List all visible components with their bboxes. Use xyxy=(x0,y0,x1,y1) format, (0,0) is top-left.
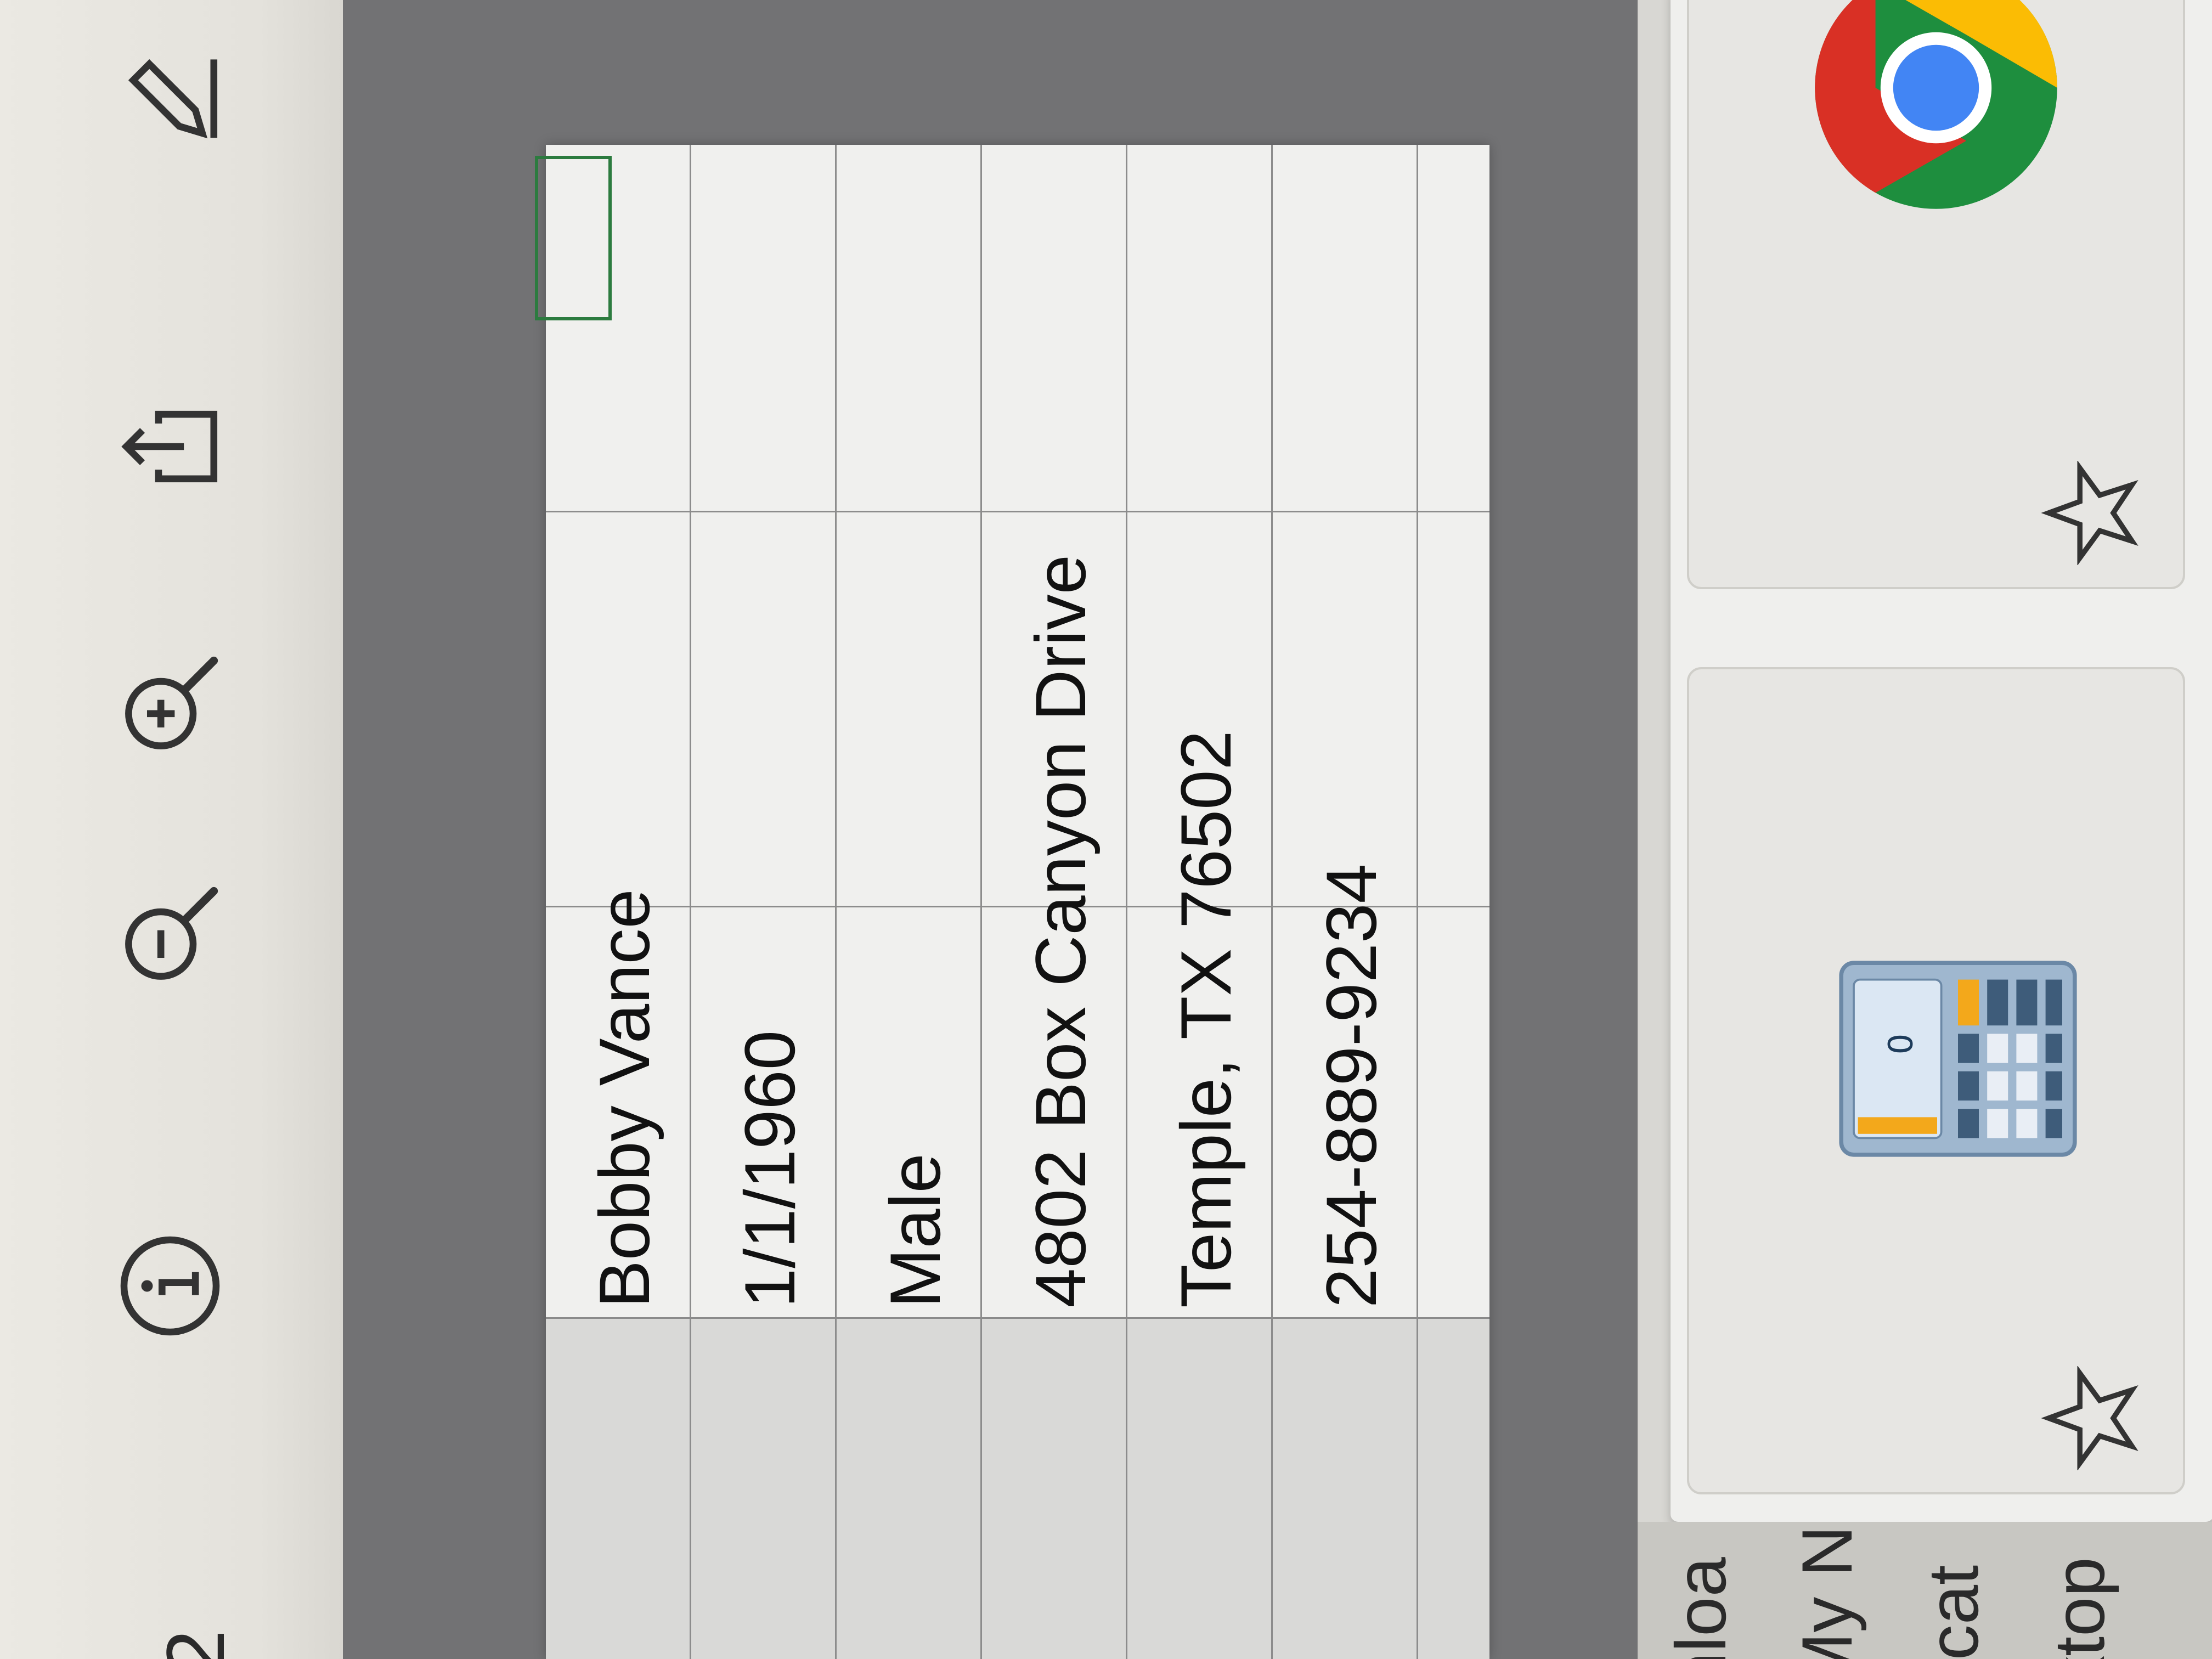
name-cell[interactable]: Bobby Vance xyxy=(584,889,664,1308)
table-row[interactable]: Bobby Vance xyxy=(546,145,691,1659)
table-row[interactable]: 4802 Box Canyon Drive xyxy=(982,145,1127,1659)
finder-sidebar: nloa My N licat ktop xyxy=(1638,1522,2212,1659)
calculator-icon: 0 xyxy=(1832,955,2084,1163)
sidebar-item-applications[interactable]: licat xyxy=(1912,1565,1994,1659)
svg-text:0: 0 xyxy=(1882,1034,1920,1055)
zoom-out-button[interactable] xyxy=(104,869,236,1001)
table-row[interactable]: 254-889-9234 xyxy=(1273,145,1418,1659)
sidebar-item-desktop[interactable]: ktop xyxy=(2038,1557,2120,1659)
preview-toolbar: 2 xyxy=(0,0,345,1659)
info-button[interactable] xyxy=(104,1220,236,1352)
zoom-in-icon xyxy=(125,656,218,749)
markup-pencil-icon xyxy=(128,59,218,139)
table-row[interactable]: Male xyxy=(837,145,982,1659)
selected-cell-outline xyxy=(535,156,612,320)
finder-panel: 0 xyxy=(1671,0,2212,1522)
sex-cell[interactable]: Male xyxy=(875,1153,955,1308)
table-row[interactable]: 1/1/1960 xyxy=(691,145,837,1659)
spreadsheet-page: Bobby Vance 1/1/1960 Male 4802 Box Canyo… xyxy=(535,145,1489,1659)
page-count-text: 2 xyxy=(149,1629,241,1659)
sidebar-item-downloads[interactable]: nloa xyxy=(1660,1557,1742,1659)
city-state-zip-cell[interactable]: Temple, TX 76502 xyxy=(1166,730,1246,1308)
chrome-app-tile[interactable] xyxy=(1687,0,2185,589)
street-address-cell[interactable]: 4802 Box Canyon Drive xyxy=(1020,555,1101,1308)
table-row[interactable]: Temple, TX 76502 xyxy=(1127,145,1273,1659)
star-icon[interactable] xyxy=(2040,1365,2145,1471)
chrome-icon xyxy=(1810,0,2062,214)
info-icon xyxy=(120,1236,220,1336)
star-icon[interactable] xyxy=(2040,460,2145,566)
markup-button[interactable] xyxy=(104,35,236,167)
birthdate-cell[interactable]: 1/1/1960 xyxy=(730,1030,810,1308)
share-button[interactable] xyxy=(104,381,236,512)
calculator-app-tile[interactable]: 0 xyxy=(1687,667,2185,1494)
sidebar-item-my-n[interactable]: My N xyxy=(1786,1526,1868,1659)
screen-photo: 2 Bobby Vance 1/1/1960 Male 4802 Box Can… xyxy=(0,0,2212,1659)
phone-cell[interactable]: 254-889-9234 xyxy=(1311,864,1391,1308)
zoom-out-icon xyxy=(125,887,218,980)
zoom-in-button[interactable] xyxy=(104,639,236,770)
share-icon xyxy=(121,410,218,483)
rotated-screen: 2 Bobby Vance 1/1/1960 Male 4802 Box Can… xyxy=(0,0,2212,1659)
